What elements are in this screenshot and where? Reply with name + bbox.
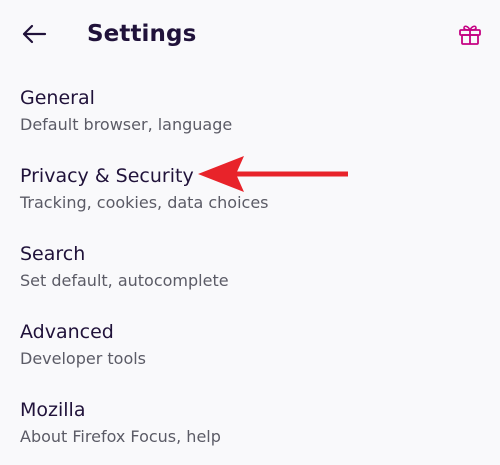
back-arrow-icon bbox=[22, 24, 47, 44]
settings-item-general[interactable]: General Default browser, language bbox=[0, 78, 500, 156]
settings-item-advanced[interactable]: Advanced Developer tools bbox=[0, 312, 500, 390]
settings-item-subtitle: Set default, autocomplete bbox=[20, 271, 229, 290]
page-title: Settings bbox=[87, 21, 197, 47]
gift-icon bbox=[459, 25, 481, 45]
back-button[interactable] bbox=[14, 14, 54, 54]
settings-item-title: Advanced bbox=[20, 321, 114, 343]
toolbar: Settings bbox=[0, 0, 500, 70]
annotation-arrow-icon bbox=[198, 156, 348, 192]
settings-item-search[interactable]: Search Set default, autocomplete bbox=[0, 234, 500, 312]
settings-item-title: Mozilla bbox=[20, 399, 86, 421]
settings-item-mozilla[interactable]: Mozilla About Firefox Focus, help bbox=[0, 390, 500, 465]
settings-screen: Settings General Default browser, langua… bbox=[0, 0, 500, 465]
settings-item-title: Search bbox=[20, 243, 86, 265]
settings-item-title: Privacy & Security bbox=[20, 165, 194, 187]
settings-item-subtitle: Default browser, language bbox=[20, 115, 233, 134]
settings-item-subtitle: Developer tools bbox=[20, 349, 147, 368]
settings-item-title: General bbox=[20, 87, 95, 109]
settings-item-subtitle: About Firefox Focus, help bbox=[20, 427, 221, 446]
gift-button[interactable] bbox=[450, 14, 490, 54]
